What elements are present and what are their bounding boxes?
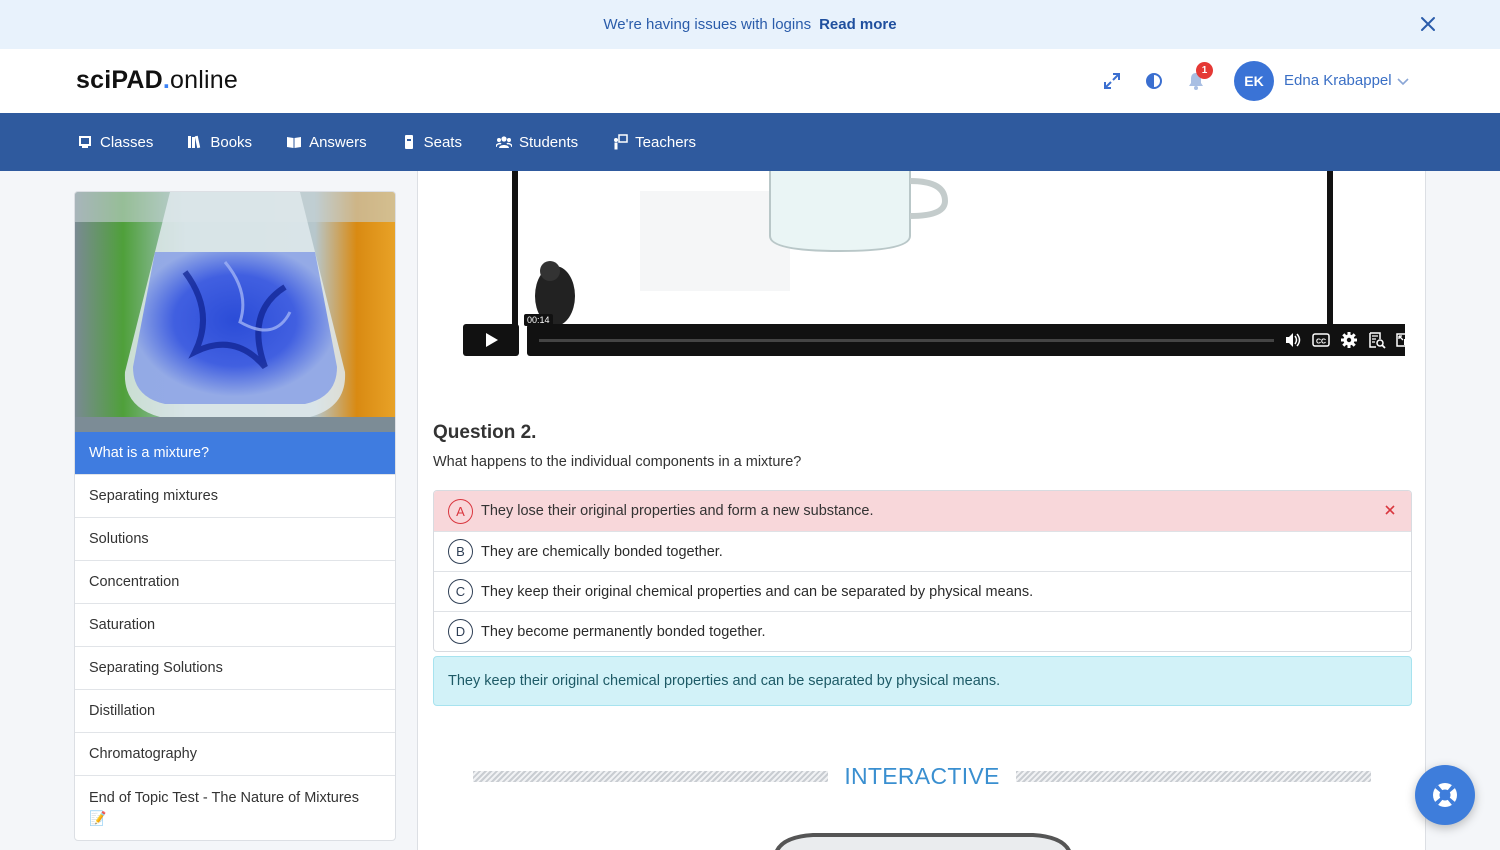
play-icon — [486, 333, 498, 347]
top-header: sciPAD.online 1 EK Edna Krabappel — [0, 49, 1500, 113]
nav-item-classes[interactable]: Classes — [77, 134, 153, 151]
nav-item-books[interactable]: Books — [187, 134, 252, 151]
sidebar-item-separating-mixtures[interactable]: Separating mixtures — [75, 474, 395, 517]
option-b[interactable]: B They are chemically bonded together. — [434, 531, 1411, 571]
picture-in-picture-icon[interactable] — [1396, 331, 1405, 349]
teacher-icon — [614, 134, 628, 150]
contrast-icon[interactable] — [1144, 71, 1164, 91]
sidebar-item-what-is-a-mixture[interactable]: What is a mixture? — [75, 432, 395, 474]
video-controls: CC — [527, 324, 1405, 356]
avatar[interactable]: EK — [1234, 61, 1274, 101]
students-icon — [495, 136, 512, 148]
user-name[interactable]: Edna Krabappel — [1284, 72, 1392, 89]
hatch-divider-left — [473, 770, 829, 782]
option-text: They are chemically bonded together. — [481, 543, 723, 560]
open-book-icon — [287, 137, 302, 148]
settings-gear-icon[interactable] — [1340, 331, 1358, 349]
nav-item-answers[interactable]: Answers — [286, 134, 367, 151]
sidebar-item-label: End of Topic Test - The Nature of Mixtur… — [89, 790, 359, 806]
volume-icon[interactable] — [1284, 331, 1302, 349]
sidebar-item-distillation[interactable]: Distillation — [75, 689, 395, 732]
video-player[interactable]: 00:14 CC — [440, 171, 1405, 357]
sciPAD-logo[interactable]: sciPAD.online — [76, 66, 238, 95]
hatch-divider-right — [1015, 770, 1371, 782]
question-text: What happens to the individual component… — [433, 454, 802, 470]
captions-icon[interactable]: CC — [1312, 331, 1330, 349]
alert-banner: We're having issues with logins Read mor… — [0, 0, 1500, 49]
video-progress-bar[interactable] — [539, 339, 1274, 342]
flask-image — [75, 192, 395, 432]
sidebar-item-solutions[interactable]: Solutions — [75, 517, 395, 560]
sidebar-item-concentration[interactable]: Concentration — [75, 560, 395, 603]
question-title: Question 2. — [433, 422, 537, 443]
incorrect-close-icon[interactable] — [1383, 503, 1397, 517]
option-text: They lose their original properties and … — [481, 503, 874, 519]
pencil-memo-icon: 📝 — [89, 810, 107, 826]
option-text: They keep their original chemical proper… — [481, 583, 1034, 600]
beaker-image — [775, 833, 1071, 850]
interactive-heading: INTERACTIVE — [844, 762, 1000, 789]
help-button[interactable] — [1415, 765, 1475, 825]
seat-icon — [404, 135, 413, 149]
books-icon — [188, 135, 201, 149]
chevron-down-icon[interactable] — [1396, 75, 1410, 89]
sidebar-item-chromatography[interactable]: Chromatography — [75, 732, 395, 775]
class-icon — [79, 136, 91, 148]
sidebar-item-separating-solutions[interactable]: Separating Solutions — [75, 646, 395, 689]
sidebar-item-saturation[interactable]: Saturation — [75, 603, 395, 646]
interactive-divider: INTERACTIVE — [473, 761, 1371, 791]
option-text: They become permanently bonded together. — [481, 623, 766, 640]
correct-answer-box: They keep their original chemical proper… — [433, 656, 1412, 706]
close-icon[interactable] — [1418, 14, 1438, 34]
nav-item-seats[interactable]: Seats — [401, 134, 462, 151]
option-letter: B — [448, 539, 473, 564]
option-letter: A — [448, 498, 473, 524]
option-a[interactable]: A They lose their original properties an… — [434, 491, 1411, 531]
option-d[interactable]: D They become permanently bonded togethe… — [434, 611, 1411, 651]
topic-sidebar: What is a mixture? Separating mixtures S… — [74, 191, 396, 841]
alert-message: We're having issues with logins — [603, 16, 812, 33]
notification-badge: 1 — [1196, 62, 1213, 79]
read-more-link[interactable]: Read more — [819, 16, 897, 33]
option-letter: C — [448, 579, 473, 604]
play-button[interactable] — [463, 324, 519, 356]
sidebar-item-end-of-topic-test[interactable]: End of Topic Test - The Nature of Mixtur… — [75, 775, 395, 840]
lifebuoy-icon — [1433, 783, 1457, 807]
transcript-icon[interactable] — [1368, 331, 1386, 349]
svg-text:CC: CC — [1316, 339, 1326, 346]
option-letter: D — [448, 619, 473, 644]
answer-options: A They lose their original properties an… — [433, 490, 1412, 652]
option-c[interactable]: C They keep their original chemical prop… — [434, 571, 1411, 611]
fullscreen-icon[interactable] — [1102, 71, 1122, 91]
nav-item-students[interactable]: Students — [495, 134, 578, 151]
nav-item-teachers[interactable]: Teachers — [612, 134, 696, 151]
main-nav: Classes Books Answers Seats Students Tea… — [0, 113, 1500, 171]
lesson-content: 00:14 CC Question 2. What happens to the… — [417, 171, 1426, 850]
